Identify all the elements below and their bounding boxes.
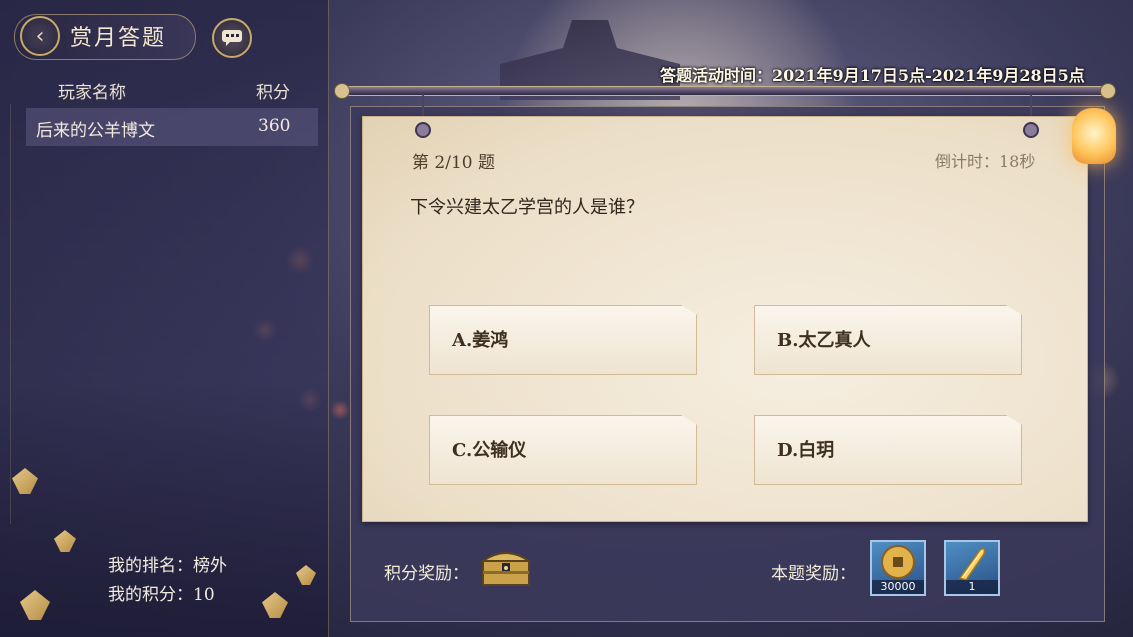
reward-item-coin[interactable]: 30000: [870, 540, 926, 596]
treasure-chest-icon[interactable]: [479, 547, 533, 587]
back-button[interactable]: ‹: [20, 16, 60, 56]
my-score: 我的积分：10: [108, 585, 215, 605]
reward-item-feather[interactable]: 1: [944, 540, 1000, 596]
chat-button[interactable]: [212, 18, 252, 58]
reward-count: 1: [946, 580, 998, 594]
leaderboard-list[interactable]: [10, 104, 319, 524]
scroll-rod: [338, 86, 1110, 96]
ginkgo-leaf-decoration: [54, 530, 76, 552]
player-name: 后来的公羊博文: [36, 121, 155, 141]
page-title: 赏月答题: [70, 26, 167, 51]
event-time: 答题活动时间：2021年9月17日5点-2021年9月28日5点: [660, 66, 1085, 85]
ginkgo-leaf-decoration: [20, 590, 50, 620]
my-rank: 我的排名：榜外: [108, 556, 227, 576]
question-reward-label: 本题奖励：: [771, 564, 856, 584]
countdown-timer: 倒计时：18秒: [935, 152, 1036, 171]
hanger-knob: [415, 122, 431, 138]
ginkgo-leaf-decoration: [296, 565, 316, 585]
hanger-knob: [1023, 122, 1039, 138]
leaderboard-panel: ‹ 赏月答题 玩家名称 积分 后来的公羊博文 360 我的排名：榜外 我的积分：…: [0, 0, 329, 637]
game-screen: ‹ 赏月答题 玩家名称 积分 后来的公羊博文 360 我的排名：榜外 我的积分：…: [0, 0, 1133, 637]
chat-bubble-icon: [222, 30, 242, 46]
answer-option-a[interactable]: A.姜鸿: [429, 305, 697, 375]
answer-option-label: B.太乙真人: [777, 330, 871, 351]
leaderboard-row[interactable]: 后来的公羊博文 360: [26, 108, 318, 146]
rod-cap: [334, 83, 350, 99]
player-score: 360: [258, 116, 291, 136]
back-arrow-icon: ‹: [35, 23, 45, 49]
rod-cap: [1100, 83, 1116, 99]
answer-option-label: A.姜鸿: [452, 330, 509, 351]
column-header-score: 积分: [256, 83, 290, 103]
answer-option-label: D.白玥: [777, 440, 835, 461]
answer-option-label: C.公输仪: [452, 440, 527, 461]
answer-option-c[interactable]: C.公输仪: [429, 415, 697, 485]
score-reward-label: 积分奖励：: [384, 564, 469, 584]
question-number: 第 2/10 题: [412, 153, 495, 173]
column-header-player-name: 玩家名称: [58, 83, 126, 103]
copper-coin-icon: [881, 545, 915, 579]
answer-option-b[interactable]: B.太乙真人: [754, 305, 1022, 375]
ginkgo-leaf-decoration: [262, 592, 288, 618]
golden-feather-icon: [958, 547, 986, 581]
reward-count: 30000: [872, 580, 924, 594]
lantern-decoration: [1072, 108, 1116, 164]
answer-option-d[interactable]: D.白玥: [754, 415, 1022, 485]
question-text: 下令兴建太乙学宫的人是谁？: [410, 197, 644, 218]
